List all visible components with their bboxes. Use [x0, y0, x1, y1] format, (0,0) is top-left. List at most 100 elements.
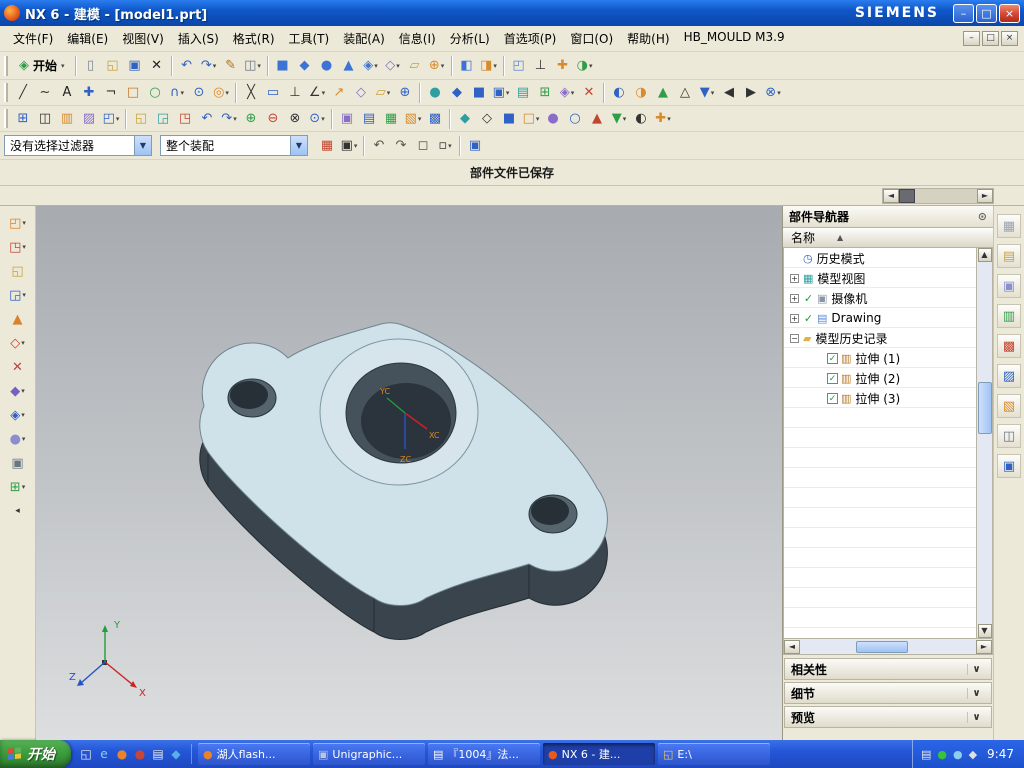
menu-item[interactable]: HB_MOULD M3.9 [677, 26, 792, 51]
toolbar-button[interactable]: ▧ ▾ [402, 108, 424, 130]
tree-node-label[interactable]: 拉伸 (2) [855, 370, 900, 387]
toolbar-button[interactable]: ✚ ▾ [652, 108, 674, 130]
mdi-minimize-button[interactable]: – [963, 31, 980, 46]
toolbar-button[interactable]: △ [674, 82, 696, 104]
toolbar-button[interactable]: ◰ ▾ [100, 108, 122, 130]
toolbar-button[interactable]: ◱ [130, 108, 152, 130]
chevron-down-icon[interactable]: ▾ [418, 115, 422, 123]
quick-launch-icon[interactable]: ◱ [77, 744, 95, 764]
toolbar-button[interactable]: ↶ [176, 55, 198, 77]
toolbar-button[interactable]: ▦ [380, 108, 402, 130]
toolbar-button[interactable]: ╱ [12, 82, 34, 104]
toolbar-button[interactable]: ◀ [718, 82, 740, 104]
taskbar-task-button[interactable]: ● NX 6 - 建... [543, 743, 655, 765]
chevron-down-icon[interactable]: ▾ [22, 219, 26, 227]
toolbar-button[interactable]: ◇ [350, 82, 372, 104]
chevron-down-icon[interactable]: ▾ [589, 62, 593, 70]
toolbar-button[interactable]: ¬ [100, 82, 122, 104]
toolbar-button[interactable]: ◫ [997, 424, 1021, 448]
windows-start-button[interactable]: 开始 [0, 740, 71, 768]
close-button[interactable]: × [999, 3, 1020, 23]
chevron-down-icon[interactable]: ▾ [322, 89, 326, 97]
toolbar-button[interactable]: ○ [564, 108, 586, 130]
navigator-tree-row[interactable]: +✓▥拉伸 (2) [784, 368, 976, 388]
chevron-down-icon[interactable]: ▾ [321, 115, 325, 123]
quick-launch-icon[interactable]: ▤ [149, 744, 167, 764]
toolbar-button[interactable]: ⊥ [530, 55, 552, 77]
tree-node-label[interactable]: 模型历史记录 [815, 330, 887, 347]
toolbar-button[interactable]: ▣ [336, 108, 358, 130]
chevron-down-icon[interactable]: ▾ [396, 62, 400, 70]
taskbar-task-button[interactable]: ◱ E:\ [658, 743, 770, 765]
toolbar-button[interactable]: ◧ [456, 55, 478, 77]
navigator-tree-row[interactable]: + ✓ ▣ 摄像机 [784, 288, 976, 308]
toolbar-button[interactable]: ▼ ▾ [608, 108, 630, 130]
toolbar-button[interactable]: ■ [498, 108, 520, 130]
tree-node-label[interactable]: 摄像机 [831, 290, 867, 307]
toolbar-button[interactable]: ▣ [124, 55, 146, 77]
toolbar-button[interactable]: ⊙ [188, 82, 210, 104]
toolbar-button[interactable]: ▨ [78, 108, 100, 130]
navigator-tree-row[interactable]: +✓▥拉伸 (1) [784, 348, 976, 368]
toolbar-button[interactable]: ▧ [997, 394, 1021, 418]
toolbar-button[interactable]: ▤ [512, 82, 534, 104]
toolbar-button[interactable]: ◐ [630, 108, 652, 130]
toolbar-button[interactable]: ◲ ▾ [7, 284, 29, 306]
selection-filter-combo[interactable]: 没有选择过滤器 ▼ [4, 135, 152, 156]
toolbar-button[interactable]: A [56, 82, 78, 104]
start-menu-button[interactable]: ◈ 开始 ▾ [12, 54, 72, 78]
toolbar-button[interactable]: ⊕ [394, 82, 416, 104]
toolbar-button[interactable]: ◈ ▾ [7, 404, 29, 426]
menu-item[interactable]: 信息(I) [392, 26, 443, 51]
toolbar-button[interactable]: ⊕ [240, 108, 262, 130]
menu-item[interactable]: 首选项(P) [497, 26, 564, 51]
toolbar-button[interactable]: ◳ ▾ [7, 236, 29, 258]
toolbar-button[interactable]: ◨ ▾ [478, 55, 500, 77]
navigator-tree-row[interactable]: +✓▥拉伸 (3) [784, 388, 976, 408]
toolbar-button[interactable]: ✚ [78, 82, 100, 104]
scrollbar-thumb[interactable] [977, 382, 992, 434]
toolbar-button[interactable]: ▣ ▾ [490, 82, 512, 104]
quick-launch-icon[interactable]: ◆ [167, 744, 185, 764]
toolbar-button[interactable]: ▱ [404, 55, 426, 77]
tree-node-label[interactable]: 拉伸 (1) [855, 350, 900, 367]
toolbar-button[interactable]: ▣ [464, 135, 486, 157]
toolbar-button[interactable]: ✕ [146, 55, 168, 77]
toolbar-button[interactable]: ▣ [997, 454, 1021, 478]
toolbar-button[interactable]: ▫ ▾ [434, 135, 456, 157]
collapse-icon[interactable]: − [790, 333, 799, 343]
toolbar-button[interactable]: ↷ ▾ [218, 108, 240, 130]
mdi-close-button[interactable]: × [1001, 31, 1018, 46]
quick-launch-icon[interactable]: ● [113, 744, 131, 764]
menu-item[interactable]: 文件(F) [6, 26, 60, 51]
toolbar-button[interactable]: ↶ [196, 108, 218, 130]
chevron-down-icon[interactable]: ▾ [354, 142, 358, 150]
tree-node-label[interactable]: 模型视图 [817, 270, 865, 287]
scroll-right-icon[interactable]: ► [977, 188, 993, 203]
toolbar-button[interactable]: □ ▾ [520, 108, 542, 130]
graphics-viewport[interactable]: YC XC ZC Y X Z [36, 206, 782, 740]
chevron-down-icon[interactable]: ▾ [233, 115, 237, 123]
toolbar-button[interactable]: ▲ [652, 82, 674, 104]
toolbar-button[interactable]: □ [122, 82, 144, 104]
chevron-down-icon[interactable]: ▾ [536, 115, 540, 123]
chevron-down-icon[interactable]: ▾ [21, 411, 25, 419]
toolbar-button[interactable]: ▶ [740, 82, 762, 104]
scrollbar-thumb[interactable] [899, 188, 915, 203]
toolbar-button[interactable]: ● [542, 108, 564, 130]
maximize-button[interactable]: □ [976, 3, 997, 23]
toolbar-button[interactable]: ∠ ▾ [306, 82, 328, 104]
pin-icon[interactable]: ⊙ [978, 210, 987, 223]
menu-item[interactable]: 插入(S) [171, 26, 226, 51]
navigator-tree-row[interactable]: + ▦ 模型视图 [784, 268, 976, 288]
toolbar-button[interactable]: ▱ ▾ [372, 82, 394, 104]
toolbar-button[interactable]: ✎ [220, 55, 242, 77]
toolbar-button[interactable]: ▼ ▾ [696, 82, 718, 104]
toolbar-grip[interactable] [4, 109, 8, 128]
tray-icon[interactable]: ● [937, 748, 947, 761]
tree-node-label[interactable]: 历史模式 [817, 250, 865, 267]
toolbar-button[interactable]: ■ [272, 55, 294, 77]
top-horizontal-scrollbar[interactable]: ◄ ► [882, 187, 994, 204]
toolbar-button[interactable]: ↷ [390, 135, 412, 157]
navigator-section-header[interactable]: 预览 ∨ [784, 706, 992, 728]
